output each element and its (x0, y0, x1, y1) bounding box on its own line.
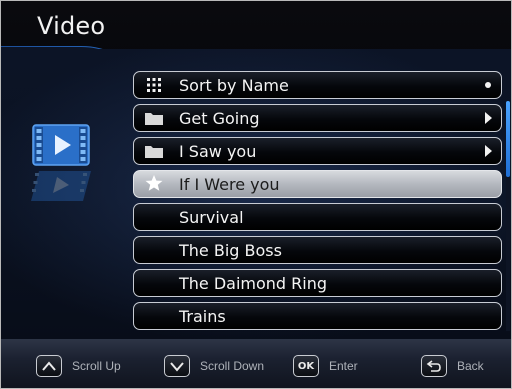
video-item-survival[interactable]: Survival (133, 203, 502, 231)
video-item-trains[interactable]: Trains (133, 302, 502, 330)
menu-item-label: If I Were you (179, 175, 280, 194)
chevron-down-icon (170, 362, 184, 372)
scroll-up-key[interactable] (36, 355, 62, 377)
scroll-up-control[interactable]: Scroll Up (36, 354, 121, 378)
menu-item-label: The Daimond Ring (179, 274, 328, 293)
menu-item-label: The Big Boss (179, 241, 282, 260)
video-item-the-big-boss[interactable]: The Big Boss (133, 236, 502, 264)
folder-icon (145, 146, 163, 158)
scroll-down-label: Scroll Down (200, 359, 265, 373)
video-film-icon (31, 124, 91, 201)
footer-controls: Scroll Up Scroll Down OK Enter Back (1, 339, 511, 388)
arrow-right-icon (485, 112, 492, 124)
star-icon (145, 175, 163, 191)
back-key[interactable] (421, 355, 447, 377)
enter-control[interactable]: OK Enter (293, 354, 358, 378)
menu-item-label: Trains (179, 307, 226, 326)
menu-item-label: Survival (179, 208, 244, 227)
back-arrow-icon (426, 360, 441, 372)
video-item-if-i-were-you[interactable]: If I Were you (133, 170, 502, 198)
folder-icon (145, 113, 163, 125)
folder-get-going[interactable]: Get Going (133, 104, 502, 132)
video-screen: Video Sort by Name Get Going I Saw you I… (0, 0, 512, 389)
arrow-right-icon (485, 145, 492, 157)
chevron-up-icon (42, 361, 56, 371)
menu-item-label: Get Going (179, 109, 260, 128)
scroll-down-key[interactable] (164, 355, 190, 377)
menu-item-label: I Saw you (179, 142, 257, 161)
dot-icon (485, 82, 491, 88)
scroll-up-label: Scroll Up (72, 359, 121, 373)
back-control[interactable]: Back (421, 354, 484, 378)
video-item-the-daimond-ring[interactable]: The Daimond Ring (133, 269, 502, 297)
folder-i-saw-you[interactable]: I Saw you (133, 137, 502, 165)
back-label: Back (457, 359, 484, 373)
enter-label: Enter (329, 359, 358, 373)
page-title: Video (37, 12, 106, 40)
scrollbar-thumb[interactable] (506, 101, 510, 177)
grid-icon (147, 78, 161, 92)
scrollbar[interactable] (506, 101, 510, 331)
ok-key[interactable]: OK (293, 355, 319, 377)
scroll-down-control[interactable]: Scroll Down (164, 354, 264, 378)
menu-item-label: Sort by Name (179, 76, 289, 95)
sort-by-name-button[interactable]: Sort by Name (133, 71, 502, 99)
